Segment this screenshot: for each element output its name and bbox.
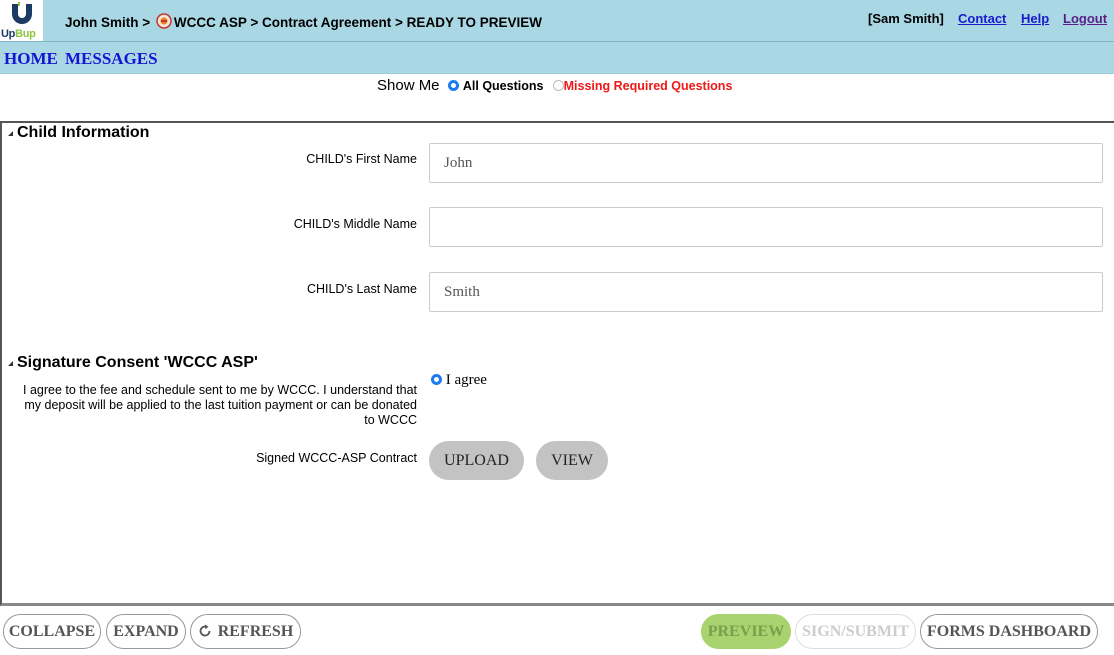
refresh-icon	[199, 624, 211, 637]
breadcrumb-path: WCCC ASP > Contract Agreement > READY TO…	[173, 15, 542, 30]
view-button[interactable]: VIEW	[536, 441, 608, 480]
preview-button[interactable]: PREVIEW	[701, 614, 791, 649]
upload-button[interactable]: UPLOAD	[429, 441, 524, 480]
child-first-name-input[interactable]	[429, 143, 1103, 183]
child-middle-name-input[interactable]	[429, 207, 1103, 247]
all-questions-radio[interactable]	[447, 80, 459, 91]
signed-contract-label: Signed WCCC-ASP Contract	[256, 451, 417, 465]
nav-messages[interactable]: MESSAGES	[65, 49, 158, 69]
all-questions-label[interactable]: All Questions	[463, 79, 544, 93]
collapse-button[interactable]: COLLAPSE	[3, 614, 101, 649]
missing-questions-label[interactable]: Missing Required Questions	[564, 79, 733, 93]
collapse-triangle-icon[interactable]	[8, 131, 13, 136]
consent-text: I agree to the fee and schedule sent to …	[23, 383, 417, 427]
child-last-name-label: CHILD's Last Name	[306, 282, 417, 296]
contact-link[interactable]: Contact	[958, 11, 1006, 26]
help-link[interactable]: Help	[1021, 11, 1049, 26]
collapse-triangle-icon[interactable]	[8, 361, 13, 366]
upbup-logo[interactable]: UpBup	[0, 0, 43, 41]
filter-label: Show Me	[377, 77, 440, 94]
agree-option[interactable]: I agree	[431, 372, 487, 389]
agree-radio[interactable]	[431, 374, 442, 385]
logo-wordmark: UpBup	[1, 28, 36, 40]
child-last-name-input[interactable]	[429, 272, 1103, 312]
breadcrumb-child: John Smith >	[65, 15, 154, 30]
logout-link[interactable]: Logout	[1063, 11, 1107, 26]
section-child-information[interactable]: Child Information	[8, 124, 149, 142]
organization-seal-icon	[156, 13, 172, 29]
nav-bar: HOME MESSAGES	[0, 42, 1114, 74]
agree-label[interactable]: I agree	[446, 372, 487, 388]
sign-submit-button[interactable]: SIGN/SUBMIT	[795, 614, 916, 649]
child-middle-name-label: CHILD's Middle Name	[293, 217, 417, 231]
refresh-button[interactable]: REFRESH	[190, 614, 301, 649]
section-title: Child Information	[17, 124, 150, 141]
current-user: [Sam Smith]	[868, 11, 944, 26]
child-first-name-label: CHILD's First Name	[306, 152, 417, 166]
expand-button[interactable]: EXPAND	[106, 614, 186, 649]
refresh-label: REFRESH	[217, 623, 294, 640]
section-title: Signature Consent 'WCCC ASP'	[17, 354, 258, 371]
upbup-logo-icon	[12, 2, 32, 24]
forms-dashboard-button[interactable]: FORMS DASHBOARD	[920, 614, 1098, 649]
question-filter: Show Me All Questions Missing Required Q…	[377, 77, 732, 94]
section-signature-consent[interactable]: Signature Consent 'WCCC ASP'	[8, 354, 258, 372]
header-bar: UpBup John Smith > WCCC ASP > Contract A…	[0, 0, 1114, 42]
missing-questions-radio[interactable]	[552, 80, 564, 91]
nav-home[interactable]: HOME	[4, 49, 58, 69]
breadcrumb: John Smith > WCCC ASP > Contract Agreeme…	[65, 13, 542, 30]
